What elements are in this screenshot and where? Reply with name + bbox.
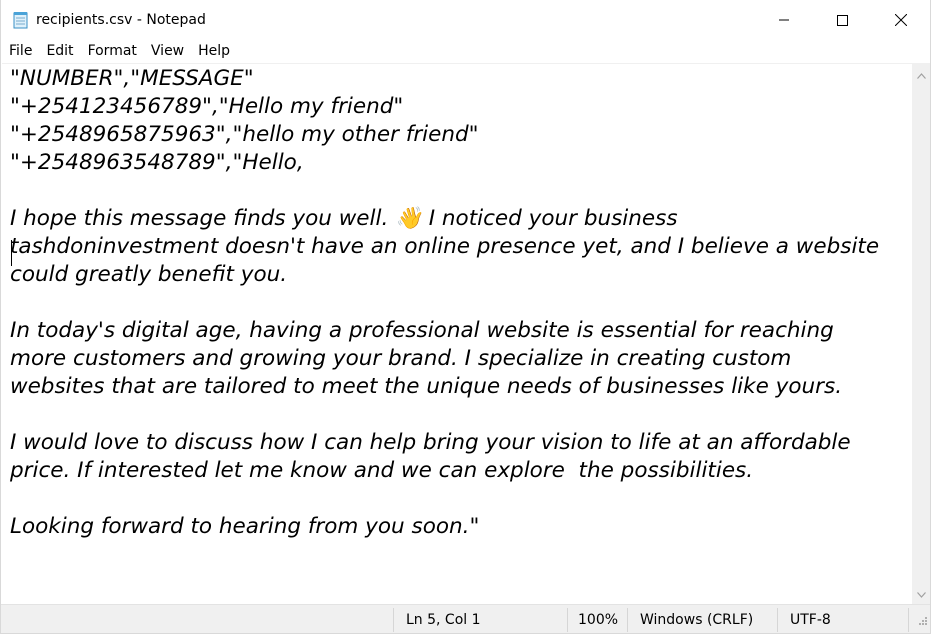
chevron-down-icon: [917, 585, 926, 603]
vertical-scrollbar[interactable]: [912, 63, 930, 604]
notepad-icon: [12, 11, 30, 29]
line-ending: Windows (CRLF): [640, 612, 754, 628]
minimize-button[interactable]: [761, 0, 807, 40]
scroll-up-button[interactable]: [912, 66, 930, 84]
text-editor[interactable]: "NUMBER","MESSAGE" "+254123456789","Hell…: [2, 63, 912, 604]
status-divider: [908, 608, 909, 632]
close-button[interactable]: [878, 0, 924, 40]
text-caret: [11, 240, 12, 266]
zoom-level: 100%: [578, 612, 619, 628]
menu-view[interactable]: View: [144, 40, 191, 62]
resize-grip-icon[interactable]: [916, 615, 928, 627]
menu-file[interactable]: File: [1, 40, 39, 62]
menu-format[interactable]: Format: [81, 40, 144, 62]
cursor-position: Ln 5, Col 1: [406, 612, 481, 628]
minimize-icon: [779, 15, 789, 25]
title-bar[interactable]: recipients.csv - Notepad: [1, 0, 930, 40]
window-title: recipients.csv - Notepad: [36, 12, 206, 28]
close-icon: [895, 14, 907, 26]
maximize-icon: [836, 14, 848, 26]
editor-content[interactable]: "NUMBER","MESSAGE" "+254123456789","Hell…: [10, 65, 910, 541]
notepad-window: recipients.csv - Notepad File Edit Forma…: [0, 0, 931, 634]
menu-help[interactable]: Help: [191, 40, 237, 62]
chevron-up-icon: [917, 66, 926, 84]
status-divider: [393, 608, 394, 632]
maximize-button[interactable]: [819, 0, 865, 40]
encoding: UTF-8: [790, 612, 831, 628]
menu-bar: File Edit Format View Help: [1, 40, 930, 62]
status-divider: [777, 608, 778, 632]
scroll-down-button[interactable]: [912, 585, 930, 603]
status-bar: Ln 5, Col 1 100% Windows (CRLF) UTF-8: [1, 604, 930, 633]
menu-edit[interactable]: Edit: [39, 40, 80, 62]
status-divider: [567, 608, 568, 632]
status-divider: [627, 608, 628, 632]
